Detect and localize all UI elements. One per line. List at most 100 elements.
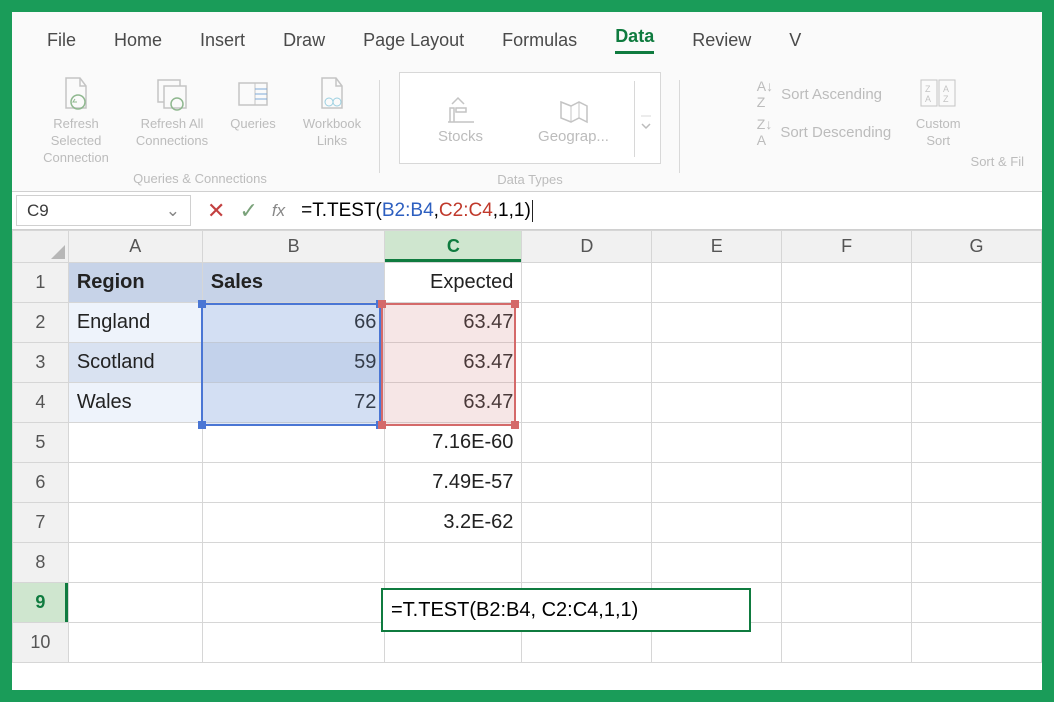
- col-header-B[interactable]: B: [202, 231, 385, 263]
- cell-G8[interactable]: [912, 543, 1042, 583]
- cell-G7[interactable]: [912, 503, 1042, 543]
- cell-F9[interactable]: [782, 583, 912, 623]
- cell-B8[interactable]: [202, 543, 385, 583]
- sort-descending-button[interactable]: Z↓A Sort Descending: [757, 116, 891, 148]
- cell-D1[interactable]: [522, 263, 652, 303]
- cell-E2[interactable]: [652, 303, 782, 343]
- cell-B1[interactable]: Sales: [202, 263, 385, 303]
- cell-F10[interactable]: [782, 623, 912, 663]
- cell-F2[interactable]: [782, 303, 912, 343]
- cell-D3[interactable]: [522, 343, 652, 383]
- cell-G1[interactable]: [912, 263, 1042, 303]
- cell-F5[interactable]: [782, 423, 912, 463]
- cell-G10[interactable]: [912, 623, 1042, 663]
- tab-formulas[interactable]: Formulas: [502, 30, 577, 51]
- cell-G6[interactable]: [912, 463, 1042, 503]
- cell-A8[interactable]: [68, 543, 202, 583]
- cell-B5[interactable]: [202, 423, 385, 463]
- custom-sort-button[interactable]: ZAAZ Custom Sort: [905, 70, 971, 150]
- cell-G5[interactable]: [912, 423, 1042, 463]
- cell-B9[interactable]: [202, 583, 385, 623]
- cell-C8[interactable]: [385, 543, 522, 583]
- tab-review[interactable]: Review: [692, 30, 751, 51]
- enter-icon[interactable]: ✓: [239, 198, 257, 224]
- row-header-5[interactable]: 5: [13, 423, 69, 463]
- cell-G9[interactable]: [912, 583, 1042, 623]
- col-header-D[interactable]: D: [522, 231, 652, 263]
- cell-A7[interactable]: [68, 503, 202, 543]
- cell-D6[interactable]: [522, 463, 652, 503]
- cell-G2[interactable]: [912, 303, 1042, 343]
- tab-view-partial[interactable]: V: [789, 30, 801, 51]
- cell-C2[interactable]: 63.47: [385, 303, 522, 343]
- cell-E8[interactable]: [652, 543, 782, 583]
- row-header-8[interactable]: 8: [13, 543, 69, 583]
- cell-B3[interactable]: 59: [202, 343, 385, 383]
- row-header-2[interactable]: 2: [13, 303, 69, 343]
- cell-C6[interactable]: 7.49E-57: [385, 463, 522, 503]
- cell-C1[interactable]: Expected: [385, 263, 522, 303]
- tab-page-layout[interactable]: Page Layout: [363, 30, 464, 51]
- cell-F8[interactable]: [782, 543, 912, 583]
- col-header-E[interactable]: E: [652, 231, 782, 263]
- cell-C5[interactable]: 7.16E-60: [385, 423, 522, 463]
- row-header-4[interactable]: 4: [13, 383, 69, 423]
- name-box-dropdown-icon[interactable]: ⌄: [166, 201, 180, 221]
- stocks-item[interactable]: Stocks: [408, 94, 513, 145]
- cell-C4[interactable]: 63.47: [385, 383, 522, 423]
- cell-D4[interactable]: [522, 383, 652, 423]
- cell-E3[interactable]: [652, 343, 782, 383]
- select-all-corner[interactable]: [13, 231, 69, 263]
- cell-A5[interactable]: [68, 423, 202, 463]
- cell-B4[interactable]: 72: [202, 383, 385, 423]
- row-header-1[interactable]: 1: [13, 263, 69, 303]
- cell-E4[interactable]: [652, 383, 782, 423]
- sort-ascending-button[interactable]: A↓Z Sort Ascending: [757, 78, 891, 110]
- cancel-icon[interactable]: ✕: [207, 198, 225, 224]
- cell-D5[interactable]: [522, 423, 652, 463]
- cell-E7[interactable]: [652, 503, 782, 543]
- row-header-7[interactable]: 7: [13, 503, 69, 543]
- formula-input[interactable]: =T.TEST(B2:B4, C2:C4,1,1): [295, 192, 1042, 229]
- refresh-selected-button[interactable]: Refresh Selected Connection: [28, 70, 124, 167]
- cell-G3[interactable]: [912, 343, 1042, 383]
- cell-D2[interactable]: [522, 303, 652, 343]
- row-header-10[interactable]: 10: [13, 623, 69, 663]
- name-box[interactable]: C9 ⌄: [16, 195, 191, 226]
- cell-A10[interactable]: [68, 623, 202, 663]
- workbook-links-button[interactable]: Workbook Links: [292, 70, 372, 167]
- col-header-G[interactable]: G: [912, 231, 1042, 263]
- datatypes-gallery[interactable]: Stocks Geograp...: [399, 72, 661, 164]
- cell-A6[interactable]: [68, 463, 202, 503]
- cell-A9[interactable]: [68, 583, 202, 623]
- cell-E6[interactable]: [652, 463, 782, 503]
- cell-C7[interactable]: 3.2E-62: [385, 503, 522, 543]
- geography-item[interactable]: Geograp...: [521, 94, 626, 145]
- row-header-3[interactable]: 3: [13, 343, 69, 383]
- row-header-6[interactable]: 6: [13, 463, 69, 503]
- cell-E1[interactable]: [652, 263, 782, 303]
- cell-F1[interactable]: [782, 263, 912, 303]
- cell-D7[interactable]: [522, 503, 652, 543]
- cell-E5[interactable]: [652, 423, 782, 463]
- tab-home[interactable]: Home: [114, 30, 162, 51]
- cell-D8[interactable]: [522, 543, 652, 583]
- cell-F6[interactable]: [782, 463, 912, 503]
- cell-B10[interactable]: [202, 623, 385, 663]
- cell-B6[interactable]: [202, 463, 385, 503]
- cell-F7[interactable]: [782, 503, 912, 543]
- tab-file[interactable]: File: [47, 30, 76, 51]
- col-header-A[interactable]: A: [68, 231, 202, 263]
- cell-B2[interactable]: 66: [202, 303, 385, 343]
- cell-A4[interactable]: Wales: [68, 383, 202, 423]
- fx-icon[interactable]: fx: [272, 201, 285, 221]
- tab-data[interactable]: Data: [615, 26, 654, 54]
- cell-F3[interactable]: [782, 343, 912, 383]
- spreadsheet-grid[interactable]: A B C D E F G 1 Region Sales Expected 2: [12, 230, 1042, 690]
- tab-insert[interactable]: Insert: [200, 30, 245, 51]
- active-cell-editor[interactable]: =T.TEST(B2:B4, C2:C4,1,1): [381, 588, 751, 632]
- refresh-all-button[interactable]: Refresh All Connections: [130, 70, 214, 167]
- datatypes-dropdown[interactable]: [634, 81, 656, 157]
- queries-button[interactable]: Queries: [220, 70, 286, 167]
- cell-A1[interactable]: Region: [68, 263, 202, 303]
